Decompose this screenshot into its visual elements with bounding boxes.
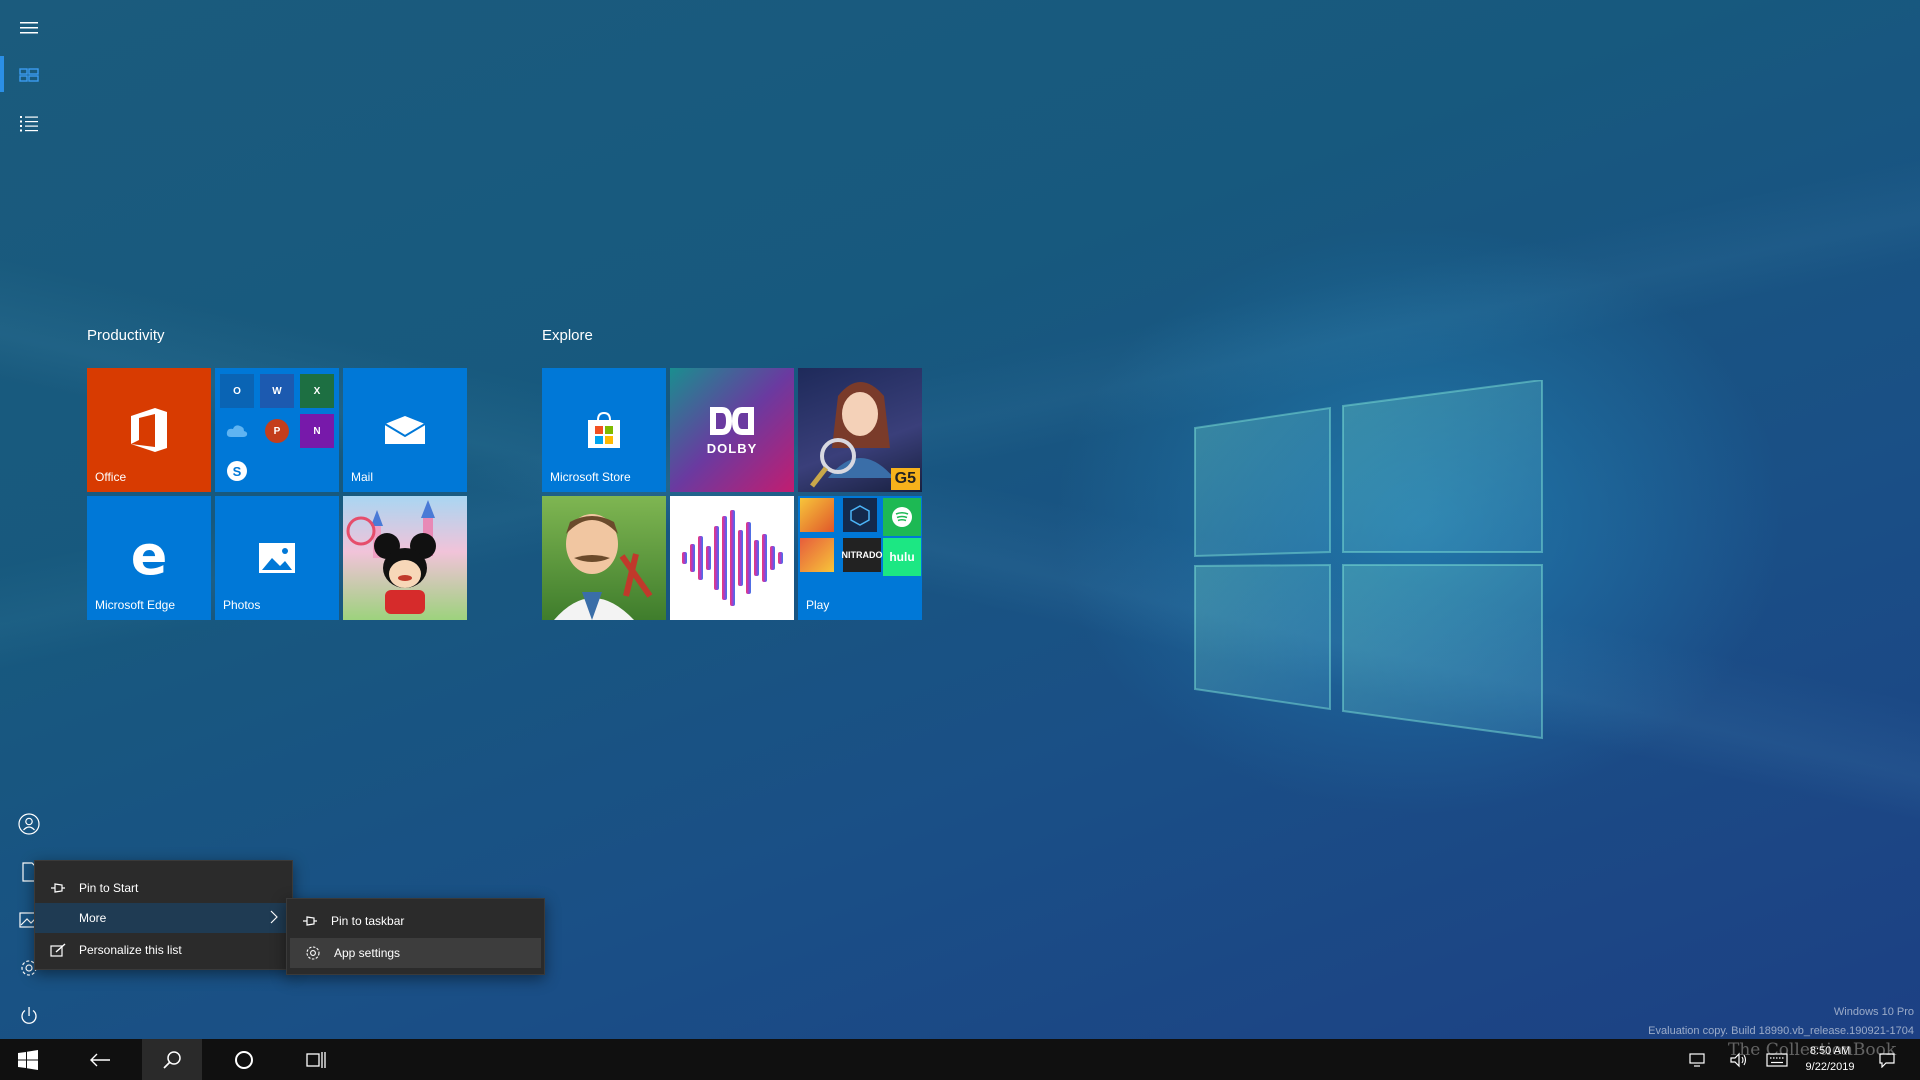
power-icon [20, 1007, 37, 1024]
disney-magic-kingdoms-tile [346, 500, 436, 614]
tile-gardenscapes-game[interactable] [542, 496, 666, 620]
edge-icon: e [130, 523, 168, 587]
menu-item-label: More [79, 911, 107, 925]
list-icon [19, 116, 38, 132]
start-button[interactable] [0, 1039, 56, 1080]
network-icon [1689, 1052, 1705, 1067]
menu-item-label: Pin to taskbar [331, 914, 405, 928]
windows-logo-icon [18, 1049, 38, 1070]
menu-item-more[interactable]: More [35, 903, 292, 933]
store-icon [588, 411, 620, 448]
collectionbook-watermark: The CollectionBook [1728, 1040, 1897, 1060]
tile-microsoft-store[interactable]: Microsoft Store [542, 368, 666, 492]
candy-crush-friends-icon [800, 498, 834, 532]
cortana-button[interactable] [214, 1039, 274, 1080]
more-spacer [49, 911, 67, 925]
menu-item-app-settings[interactable]: App settings [290, 938, 541, 968]
nitrado-icon: NITRADO [842, 538, 883, 572]
power-button[interactable] [0, 992, 57, 1040]
menu-item-personalize[interactable]: Personalize this list [35, 935, 292, 965]
tile-audio-app[interactable] [670, 496, 794, 620]
context-menu: Pin to Start More Personalize this list [34, 860, 293, 970]
personalize-icon [49, 943, 67, 957]
build-watermark: Evaluation copy. Build 18990.vb_release.… [1648, 1025, 1914, 1037]
user-account-button[interactable] [0, 800, 57, 848]
pin-icon [49, 881, 67, 895]
tile-label: Play [806, 598, 830, 612]
task-view-button[interactable] [286, 1039, 346, 1080]
windows-edition-watermark: Windows 10 Pro [1833, 1006, 1914, 1018]
skype-icon: S [220, 454, 254, 488]
back-button[interactable] [70, 1039, 130, 1080]
menu-item-pin-to-start[interactable]: Pin to Start [35, 873, 292, 903]
pinned-tiles-button[interactable] [0, 51, 57, 99]
adobe-photoshop-express-icon [843, 498, 877, 532]
menu-item-label: Personalize this list [79, 943, 182, 957]
menu-item-pin-to-taskbar[interactable]: Pin to taskbar [287, 906, 544, 936]
g5-badge: G5 [890, 468, 920, 490]
tile-microsoft-edge[interactable]: e Microsoft Edge [87, 496, 211, 620]
tile-label: Photos [223, 598, 261, 612]
task-view-icon [306, 1051, 326, 1068]
powerpoint-icon: P [265, 419, 289, 443]
tile-photos[interactable]: Photos [215, 496, 339, 620]
audio-waveform-tile [682, 510, 783, 606]
tile-office[interactable]: Office [87, 368, 211, 492]
taskbar: 8:50 AM 9/22/2019 [0, 1039, 1920, 1080]
onedrive-icon [220, 414, 254, 448]
menu-item-label: Pin to Start [79, 881, 139, 895]
tile-label: Mail [351, 470, 374, 484]
tile-label: Microsoft Store [550, 470, 631, 484]
tile-play-folder[interactable]: NITRADO hulu Play [798, 496, 922, 620]
photos-icon [259, 543, 295, 573]
hulu-icon: hulu [883, 538, 921, 576]
cortana-icon [235, 1050, 253, 1069]
tile-office-apps-folder[interactable]: O W X P N S [215, 368, 339, 492]
tile-disney-magic-kingdoms[interactable] [343, 496, 467, 620]
group-title-productivity[interactable]: Productivity [87, 327, 165, 344]
tile-mail[interactable]: Mail [343, 368, 467, 492]
search-button[interactable] [142, 1039, 202, 1080]
search-icon [163, 1050, 181, 1069]
all-apps-button[interactable] [0, 99, 57, 147]
tile-label: Office [95, 470, 127, 484]
onenote-icon: N [300, 414, 334, 448]
outlook-icon: O [220, 374, 254, 408]
gear-icon [304, 946, 322, 960]
network-tray-button[interactable] [1682, 1039, 1712, 1080]
dolby-icon [710, 406, 754, 435]
hamburger-icon [19, 22, 38, 34]
expand-menu-button[interactable] [0, 4, 57, 52]
word-icon: W [260, 374, 294, 408]
office-icon [131, 408, 167, 452]
chevron-right-icon [270, 910, 278, 927]
candy-crush-icon [800, 538, 834, 572]
group-title-explore[interactable]: Explore [542, 327, 593, 344]
mail-icon [384, 416, 426, 444]
user-icon [17, 813, 40, 835]
excel-icon: X [300, 374, 334, 408]
menu-item-label: App settings [334, 946, 401, 960]
windows-wallpaper-logo [1194, 380, 1543, 740]
clock-date: 9/22/2019 [1805, 1061, 1855, 1073]
pin-icon [301, 914, 319, 928]
more-submenu: Pin to taskbar App settings [286, 898, 545, 975]
dolby-wordmark: DOLBY [706, 440, 758, 456]
spotify-icon [883, 498, 921, 536]
gardenscapes-game-tile [554, 514, 653, 620]
tiles-icon [18, 68, 39, 82]
tile-hidden-city-game[interactable]: G5 [798, 368, 922, 492]
tile-dolby[interactable]: DOLBY [670, 368, 794, 492]
tile-label: Microsoft Edge [95, 598, 176, 612]
back-arrow-icon [90, 1053, 110, 1066]
